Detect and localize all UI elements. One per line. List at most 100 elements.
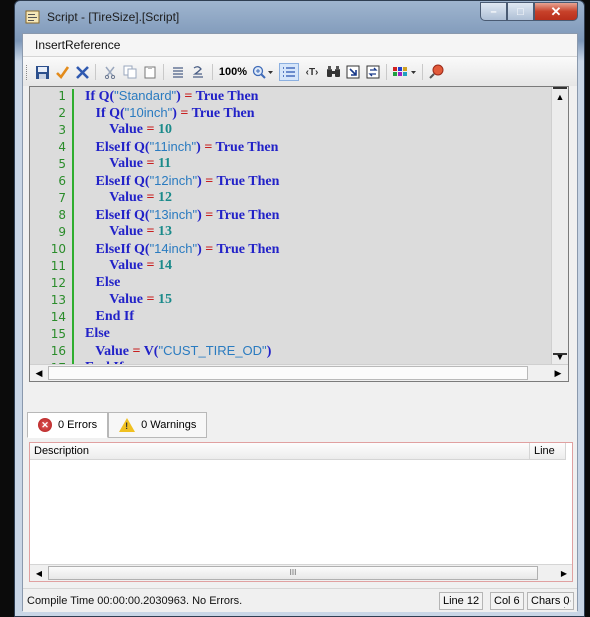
title-bar[interactable]: Script - [TireSize].[Script] – □ ✕	[15, 1, 584, 33]
code-token: "Standard"	[114, 88, 177, 103]
find-next-icon[interactable]	[344, 63, 362, 81]
scroll-down-icon[interactable]: ▼	[552, 349, 568, 365]
code-line[interactable]: If Q("10inch") = True Then	[78, 105, 255, 122]
code-token: 13	[154, 224, 172, 239]
debug-icon[interactable]	[427, 63, 447, 81]
minimize-button[interactable]: –	[480, 2, 507, 21]
code-line[interactable]: If Q("Standard") = True Then	[78, 88, 258, 105]
code-editor[interactable]: 1234567891011121314151617 If Q("Standard…	[29, 86, 569, 382]
code-token: Else	[95, 275, 121, 290]
replace-icon[interactable]	[364, 63, 382, 81]
code-line[interactable]: Value = 13	[78, 224, 172, 240]
code-token: True Then	[213, 208, 280, 223]
code-line[interactable]: Value = 12	[78, 190, 172, 206]
save-icon[interactable]	[33, 63, 51, 81]
error-list[interactable]: Description Line ◀ III ▶	[29, 442, 573, 582]
tab-errors[interactable]: ✕ 0 Errors	[27, 412, 109, 438]
panel-splitter[interactable]	[23, 386, 577, 412]
code-line[interactable]: ElseIf Q("14inch") = True Then	[78, 241, 280, 258]
code-token: True Then	[213, 242, 280, 257]
status-line: Line 12	[439, 592, 484, 610]
code-line[interactable]: Value = 11	[78, 156, 171, 172]
window-client-area: InsertReference 100% ‹T› 1 2 3 4 5 6 7 8…	[22, 33, 578, 612]
error-list-horizontal-scrollbar[interactable]: ◀ III ▶	[30, 564, 572, 581]
close-button[interactable]: ✕	[534, 2, 578, 21]
code-token: True Then	[188, 106, 255, 121]
tab-warnings[interactable]: ! 0 Warnings	[108, 412, 208, 438]
resize-grip-icon[interactable]: ⋰	[563, 598, 575, 610]
editor-vertical-scrollbar[interactable]: ▲ ▼	[551, 87, 568, 366]
code-token: If Q(	[85, 89, 115, 104]
code-token: 15	[154, 292, 172, 307]
code-line[interactable]: Value = V("CUST_TIRE_OD")	[78, 343, 271, 360]
toolbar-separator	[95, 64, 96, 80]
scroll-left-icon[interactable]: ◀	[31, 365, 47, 381]
status-bar: Compile Time 00:00:00.2030963. No Errors…	[23, 588, 577, 612]
line-numbers-icon[interactable]	[279, 63, 299, 81]
zoom-icon[interactable]	[251, 63, 275, 81]
line-number: 15	[50, 327, 66, 341]
code-token: End If	[95, 309, 135, 324]
scroll-right-icon[interactable]: ▶	[556, 565, 572, 581]
code-line[interactable]: Else	[78, 275, 121, 291]
toolbar-separator	[386, 64, 387, 80]
check-icon[interactable]	[53, 63, 71, 81]
menu-insert-reference[interactable]: InsertReference	[35, 38, 120, 52]
code-token: Value	[109, 258, 147, 273]
code-line[interactable]: ElseIf Q("12inch") = True Then	[78, 173, 280, 190]
line-column-header[interactable]: Line	[530, 443, 566, 460]
warnings-tab-label: 0 Warnings	[141, 419, 197, 431]
code-line[interactable]: ElseIf Q("13inch") = True Then	[78, 207, 280, 224]
code-line[interactable]: Else	[78, 326, 110, 342]
status-col: Col 6	[490, 592, 524, 610]
code-line[interactable]: Value = 14	[78, 258, 172, 274]
toolbar-separator	[212, 64, 213, 80]
line-number: 7	[58, 191, 66, 205]
code-line[interactable]: Value = 10	[78, 122, 172, 138]
warning-icon: !	[119, 418, 136, 432]
colors-icon[interactable]	[391, 63, 419, 81]
scroll-left-icon[interactable]: ◀	[31, 565, 47, 581]
line-number: 2	[58, 106, 66, 120]
error-list-scroll-thumb[interactable]: III	[48, 566, 538, 580]
scroll-right-icon[interactable]: ▶	[550, 365, 566, 381]
code-token: ElseIf Q(	[95, 140, 150, 155]
copy-icon[interactable]	[121, 63, 139, 81]
cancel-icon[interactable]	[73, 63, 91, 81]
horizontal-scroll-thumb[interactable]	[48, 366, 528, 380]
code-token: 12	[154, 190, 172, 205]
scroll-up-icon[interactable]: ▲	[552, 89, 568, 105]
zoom-level[interactable]: 100%	[217, 63, 249, 81]
maximize-button[interactable]: □	[507, 2, 534, 21]
code-token: Value	[109, 224, 147, 239]
code-token: 11	[154, 156, 172, 171]
code-token: Value	[95, 344, 133, 359]
description-column-header[interactable]: Description	[30, 443, 530, 460]
output-tabs: ✕ 0 Errors ! 0 Warnings	[27, 412, 208, 438]
cut-icon[interactable]	[101, 63, 119, 81]
paste-icon[interactable]	[141, 63, 159, 81]
tag-icon[interactable]: ‹T›	[302, 63, 322, 81]
code-token: "14inch"	[149, 241, 198, 256]
find-icon[interactable]	[324, 63, 342, 81]
code-line[interactable]: Value = 15	[78, 292, 172, 308]
code-token: "10inch"	[124, 105, 173, 120]
compile-status: Compile Time 00:00:00.2030963. No Errors…	[27, 595, 243, 607]
comment-icon[interactable]	[169, 63, 187, 81]
code-token: )	[266, 344, 272, 359]
toolbar-grip[interactable]	[26, 65, 29, 80]
uncomment-icon[interactable]	[189, 63, 207, 81]
script-app-icon	[25, 10, 40, 24]
code-token: ElseIf Q(	[95, 242, 150, 257]
line-number: 4	[58, 140, 66, 154]
code-token: 10	[154, 122, 172, 137]
editor-horizontal-scrollbar[interactable]: ◀ ▶	[30, 364, 568, 381]
code-line[interactable]: End If	[78, 309, 135, 325]
errors-tab-label: 0 Errors	[58, 419, 98, 431]
code-line[interactable]: ElseIf Q("11inch") = True Then	[78, 139, 279, 156]
